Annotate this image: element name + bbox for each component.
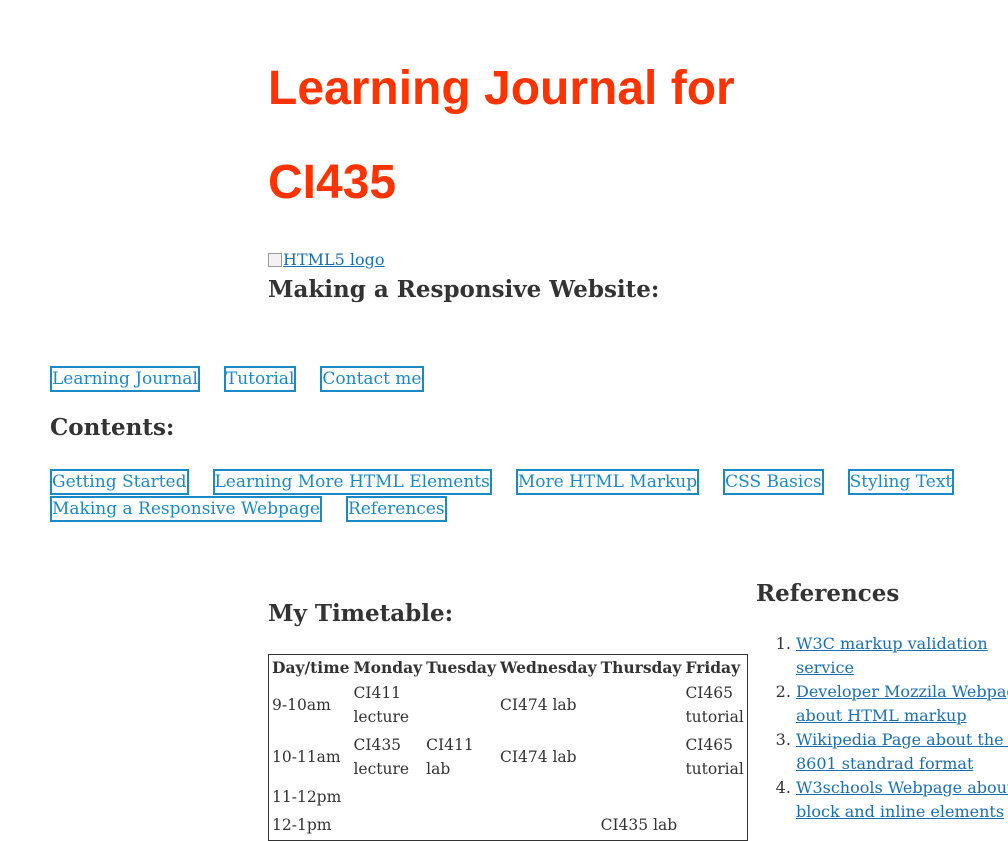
reference-link-w3schools-block-inline[interactable]: W3schools Webpage about block and inline… <box>796 778 1008 821</box>
table-cell <box>352 812 423 838</box>
timetable-header-row: Day/time Monday Tuesday Wednesday Thursd… <box>271 657 745 678</box>
table-cell <box>499 784 598 810</box>
table-cell: 12-1pm <box>272 816 332 834</box>
references-heading: References <box>756 580 900 607</box>
broken-image-icon <box>268 253 282 267</box>
table-row: 11-12pm <box>271 784 745 810</box>
contents-link-learning-more-html[interactable]: Learning More HTML Elements <box>212 469 492 495</box>
reference-link-wikipedia-iso8601[interactable]: Wikipedia Page about the ISO 8601 standr… <box>796 730 1008 773</box>
contents-link-styling-text[interactable]: Styling Text <box>847 469 955 495</box>
table-cell: 9-10am <box>272 696 331 714</box>
column-header: Friday <box>685 658 741 677</box>
table-cell <box>425 784 497 810</box>
column-header: Monday <box>353 658 423 677</box>
html5-logo-alt: HTML5 logo <box>283 250 385 269</box>
table-cell: CI474 lab <box>499 696 577 714</box>
table-cell <box>600 784 683 810</box>
column-header: Thursday <box>600 658 682 677</box>
nav-contact-me[interactable]: Contact me <box>320 366 424 392</box>
contents-link-getting-started[interactable]: Getting Started <box>50 469 189 495</box>
table-cell <box>425 812 497 838</box>
page-subtitle: Making a Responsive Website: <box>268 276 660 303</box>
nav-learning-journal[interactable]: Learning Journal <box>50 366 200 392</box>
column-header: Tuesday <box>426 658 496 677</box>
table-row: 9-10am CI411 lecture CI474 lab CI465 tut… <box>271 680 745 730</box>
column-header: Day/time <box>272 658 350 677</box>
references-list: W3C markup validation service Developer … <box>756 632 1008 824</box>
table-row: 12-1pm CI435 lab <box>271 812 745 838</box>
timetable-heading: My Timetable: <box>268 600 454 627</box>
table-cell: CI465 tutorial <box>685 684 744 726</box>
table-cell: 11-12pm <box>272 788 342 806</box>
html5-logo-link[interactable]: HTML5 logo <box>268 250 385 269</box>
list-item: Developer Mozzila Webpage about HTML mar… <box>796 680 1008 728</box>
list-item: Wikipedia Page about the ISO 8601 standr… <box>796 728 1008 776</box>
column-header: Wednesday <box>499 658 597 677</box>
table-cell <box>684 812 744 838</box>
table-cell: CI411 lecture <box>353 684 410 726</box>
table-cell <box>352 784 423 810</box>
table-cell: CI411 lab <box>426 736 474 778</box>
table-cell <box>600 680 683 730</box>
top-nav: Learning Journal Tutorial Contact me <box>50 366 448 392</box>
timetable: Day/time Monday Tuesday Wednesday Thursd… <box>268 654 748 841</box>
contents-heading: Contents: <box>50 414 175 441</box>
contents-nav: Getting Started Learning More HTML Elemen… <box>50 469 1008 523</box>
reference-link-mozilla-html[interactable]: Developer Mozzila Webpage about HTML mar… <box>796 682 1008 725</box>
contents-link-responsive-webpage[interactable]: Making a Responsive Webpage <box>50 496 322 522</box>
table-cell: CI474 lab <box>499 748 577 766</box>
table-row: 10-11am CI435 lecture CI411 lab CI474 la… <box>271 732 745 782</box>
table-cell <box>684 784 744 810</box>
table-cell <box>499 812 598 838</box>
contents-link-css-basics[interactable]: CSS Basics <box>723 469 824 495</box>
table-cell: CI435 lecture <box>353 736 410 778</box>
list-item: W3schools Webpage about block and inline… <box>796 776 1008 824</box>
reference-link-w3c-validator[interactable]: W3C markup validation service <box>796 634 988 677</box>
table-cell: CI435 lab <box>600 816 678 834</box>
table-cell: CI465 tutorial <box>685 736 744 778</box>
list-item: W3C markup validation service <box>796 632 1008 680</box>
contents-link-references[interactable]: References <box>345 496 447 522</box>
table-cell: 10-11am <box>272 748 341 766</box>
nav-tutorial[interactable]: Tutorial <box>223 366 297 392</box>
table-cell <box>425 680 497 730</box>
contents-link-more-html-markup[interactable]: More HTML Markup <box>515 469 700 495</box>
page-title: Learning Journal for CI435 <box>268 62 735 209</box>
table-cell <box>600 732 683 782</box>
